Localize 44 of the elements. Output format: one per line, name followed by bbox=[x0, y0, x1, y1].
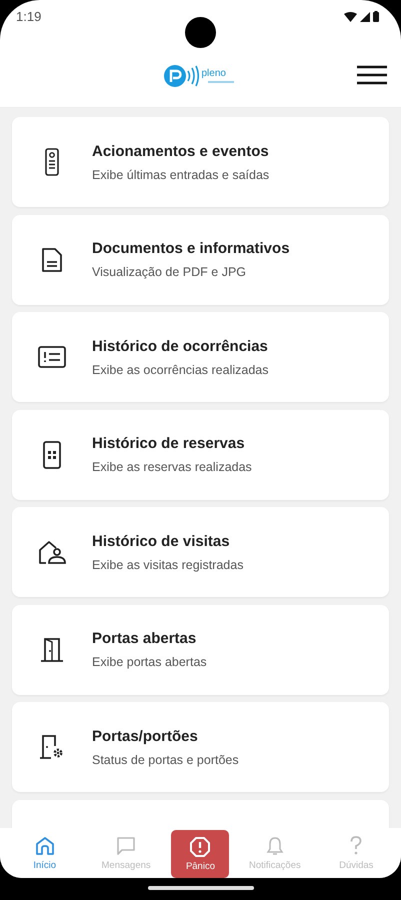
menu-card[interactable]: Histórico de reservas Exibe as reservas realizadas bbox=[12, 410, 389, 500]
door-icon bbox=[40, 636, 64, 662]
battery-icon bbox=[373, 11, 379, 22]
alert-icon bbox=[190, 836, 210, 856]
card-title: Portas abertas bbox=[92, 630, 198, 647]
card-subtitle: Exibe últimas entradas e saídas bbox=[92, 168, 270, 182]
card-subtitle: Exibe portas abertas bbox=[92, 655, 207, 669]
status-time: 1:19 bbox=[16, 9, 42, 24]
wifi-icon bbox=[344, 12, 357, 22]
card-title: Histórico de visitas bbox=[92, 532, 231, 550]
menu-button[interactable] bbox=[357, 65, 387, 85]
document-icon bbox=[42, 248, 62, 272]
logo-tagline-mark bbox=[208, 81, 234, 83]
menu-card[interactable]: Acionamentos e eventos Exibe últimas entradas e saídas bbox=[12, 117, 389, 207]
card-subtitle: Status de portas e portões bbox=[92, 752, 239, 766]
card-subtitle: Exibe as ocorrências realizadas bbox=[92, 362, 268, 376]
card-title: Acionamentos e eventos bbox=[92, 142, 270, 160]
house-person-icon bbox=[38, 540, 66, 564]
list-icon bbox=[38, 346, 66, 368]
menu-card[interactable]: Histórico de visitas Exibe as visitas registradas bbox=[12, 507, 389, 597]
logo-icon bbox=[164, 64, 200, 88]
remote-control-icon bbox=[45, 148, 59, 176]
phone-grid-icon bbox=[43, 440, 61, 468]
card-subtitle: Exibe as visitas registradas bbox=[92, 558, 244, 572]
menu-icon bbox=[357, 65, 387, 85]
bell-icon bbox=[266, 836, 284, 856]
menu-card[interactable]: Histórico de ocorrências Exibe as ocorrências realizadas bbox=[12, 312, 389, 402]
door-gear-icon bbox=[39, 734, 65, 760]
card-title: Histórico de ocorrências bbox=[92, 338, 268, 354]
card-subtitle: Visualização de PDF e JPG bbox=[92, 265, 248, 279]
card-title: Documentos e informativos bbox=[92, 240, 290, 257]
chat-icon bbox=[116, 836, 136, 856]
menu-card[interactable]: Documentos e informativos Visualização de PDF e JPG bbox=[12, 214, 389, 304]
camera-cutout bbox=[185, 17, 216, 48]
card-title: Portas/portões bbox=[92, 728, 199, 744]
question-icon bbox=[350, 836, 362, 856]
card-title: Histórico de reservas bbox=[92, 435, 246, 452]
panic-button[interactable]: Pânico bbox=[171, 830, 230, 878]
signal-icon bbox=[360, 12, 370, 22]
card-subtitle: Exibe as reservas realizadas bbox=[92, 460, 252, 474]
home-icon bbox=[34, 836, 55, 856]
menu-card[interactable]: Portas abertas Exibe portas abertas bbox=[12, 604, 389, 694]
menu-card[interactable]: Portas/portões Status de portas e portões bbox=[12, 702, 389, 792]
logo-text: pleno bbox=[202, 69, 227, 79]
